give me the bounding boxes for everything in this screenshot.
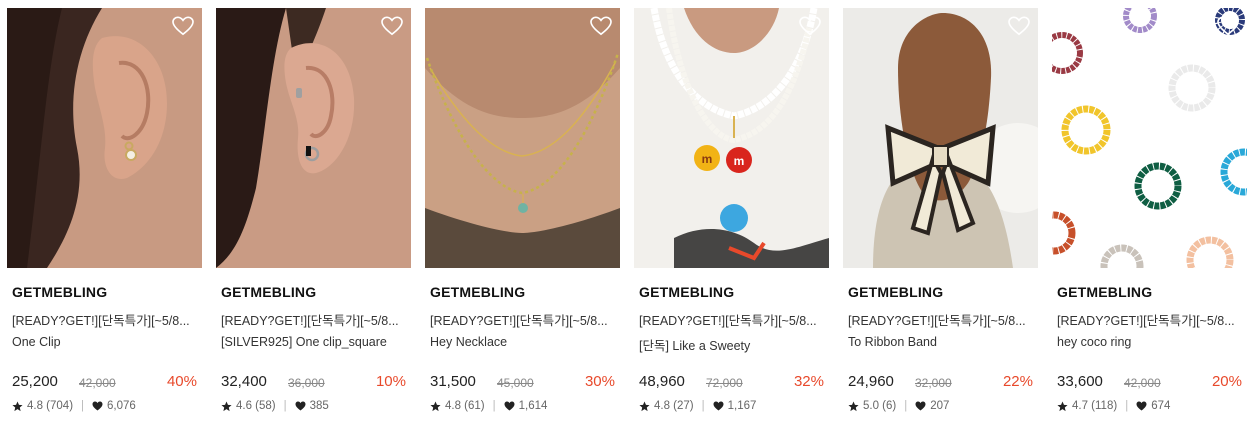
original-price: 42,000 (1124, 376, 1161, 390)
star-icon (12, 400, 23, 411)
product-meta: 4.8 (704) | 6,076 (12, 400, 136, 412)
divider: | (1125, 400, 1129, 412)
product-subtitle[interactable]: Hey Necklace (430, 335, 616, 349)
divider: | (283, 400, 287, 412)
product-card[interactable]: GETMEBLING [READY?GET!][단독특가][~5/8... He… (425, 8, 620, 428)
star-icon (848, 400, 859, 411)
discount-rate: 32% (793, 373, 824, 390)
discount-rate: 22% (1002, 373, 1033, 390)
product-photo (843, 8, 1038, 268)
product-title[interactable]: [READY?GET!][단독특가][~5/8... (639, 310, 825, 329)
like-heart-icon (504, 401, 515, 411)
sale-price: 32,400 (221, 373, 267, 390)
svg-text:m: m (734, 154, 745, 168)
product-card[interactable]: GETMEBLING [READY?GET!][단독특가][~5/8... he… (1052, 8, 1247, 428)
product-image-pearl-necklace[interactable]: m m (634, 8, 829, 268)
product-subtitle[interactable]: hey coco ring (1057, 335, 1243, 349)
original-price: 42,000 (79, 376, 116, 390)
product-meta: 4.6 (58) | 385 (221, 400, 329, 412)
wishlist-heart-icon[interactable] (1008, 16, 1030, 36)
sale-price: 33,600 (1057, 373, 1103, 390)
product-title[interactable]: [READY?GET!][단독특가][~5/8... (430, 310, 616, 329)
product-image-coco-ring[interactable] (1052, 8, 1247, 268)
wishlist-heart-icon[interactable] (381, 16, 403, 36)
product-title[interactable]: [READY?GET!][단독특가][~5/8... (12, 310, 198, 329)
discount-rate: 30% (584, 373, 615, 390)
product-title[interactable]: [READY?GET!][단독특가][~5/8... (221, 310, 407, 329)
like-count: 1,614 (518, 400, 548, 412)
like-count: 385 (309, 400, 329, 412)
divider: | (904, 400, 908, 412)
product-meta: 5.0 (6) | 207 (848, 400, 949, 412)
brand-name[interactable]: GETMEBLING (430, 284, 525, 300)
brand-name[interactable]: GETMEBLING (1057, 284, 1152, 300)
product-photo (1052, 8, 1247, 268)
svg-text:m: m (702, 152, 713, 166)
product-meta: 4.7 (118) | 674 (1057, 400, 1170, 412)
brand-name[interactable]: GETMEBLING (639, 284, 734, 300)
divider: | (492, 400, 496, 412)
rating-text: 4.8 (61) (445, 400, 485, 412)
star-icon (221, 400, 232, 411)
brand-name[interactable]: GETMEBLING (12, 284, 107, 300)
rating-text: 4.7 (118) (1072, 400, 1118, 412)
product-image-ribbon-band[interactable] (843, 8, 1038, 268)
product-title[interactable]: [READY?GET!][단독특가][~5/8... (1057, 310, 1243, 329)
product-photo (216, 8, 411, 268)
product-photo (425, 8, 620, 268)
product-card[interactable]: GETMEBLING [READY?GET!][단독특가][~5/8... [S… (216, 8, 411, 428)
discount-rate: 40% (166, 373, 197, 390)
product-meta: 4.8 (27) | 1,167 (639, 400, 756, 412)
wishlist-heart-icon[interactable] (172, 16, 194, 36)
discount-rate: 10% (375, 373, 406, 390)
wishlist-heart-icon[interactable] (590, 16, 612, 36)
product-subtitle[interactable]: To Ribbon Band (848, 335, 1034, 349)
product-title[interactable]: [READY?GET!][단독특가][~5/8... (848, 310, 1034, 329)
sale-price: 48,960 (639, 373, 685, 390)
sale-price: 31,500 (430, 373, 476, 390)
like-heart-icon (915, 401, 926, 411)
product-subtitle[interactable]: [SILVER925] One clip_square (221, 335, 407, 349)
sale-price: 24,960 (848, 373, 894, 390)
product-card[interactable]: GETMEBLING [READY?GET!][단독특가][~5/8... To… (843, 8, 1038, 428)
wishlist-heart-icon[interactable] (799, 16, 821, 36)
rating-text: 4.6 (58) (236, 400, 276, 412)
product-card[interactable]: GETMEBLING [READY?GET!][단독특가][~5/8... On… (7, 8, 202, 428)
product-grid: GETMEBLING [READY?GET!][단독특가][~5/8... On… (7, 8, 1253, 428)
star-icon (430, 400, 441, 411)
star-icon (1057, 400, 1068, 411)
rating-text: 5.0 (6) (863, 400, 897, 412)
product-meta: 4.8 (61) | 1,614 (430, 400, 547, 412)
product-card[interactable]: m m GETMEBLING [READY?GET!][단독특가][~5/8..… (634, 8, 829, 428)
like-heart-icon (295, 401, 306, 411)
brand-name[interactable]: GETMEBLING (848, 284, 943, 300)
product-image-ear-clip[interactable] (7, 8, 202, 268)
wishlist-heart-icon[interactable] (1217, 16, 1239, 36)
like-heart-icon (713, 401, 724, 411)
like-count: 674 (1151, 400, 1171, 412)
product-subtitle[interactable]: [단독] Like a Sweety (639, 335, 825, 354)
sale-price: 25,200 (12, 373, 58, 390)
product-image-silver-clip[interactable] (216, 8, 411, 268)
like-count: 6,076 (107, 400, 136, 412)
brand-name[interactable]: GETMEBLING (221, 284, 316, 300)
like-heart-icon (92, 401, 103, 411)
original-price: 36,000 (288, 376, 325, 390)
like-count: 207 (930, 400, 950, 412)
rating-text: 4.8 (27) (654, 400, 694, 412)
discount-rate: 20% (1211, 373, 1242, 390)
star-icon (639, 400, 650, 411)
product-photo (7, 8, 202, 268)
divider: | (701, 400, 705, 412)
like-heart-icon (1136, 401, 1147, 411)
original-price: 45,000 (497, 376, 534, 390)
original-price: 72,000 (706, 376, 743, 390)
product-image-necklace[interactable] (425, 8, 620, 268)
original-price: 32,000 (915, 376, 952, 390)
like-count: 1,167 (727, 400, 757, 412)
divider: | (81, 400, 85, 412)
product-subtitle[interactable]: One Clip (12, 335, 198, 349)
product-photo: m m (634, 8, 829, 268)
rating-text: 4.8 (704) (27, 400, 74, 412)
